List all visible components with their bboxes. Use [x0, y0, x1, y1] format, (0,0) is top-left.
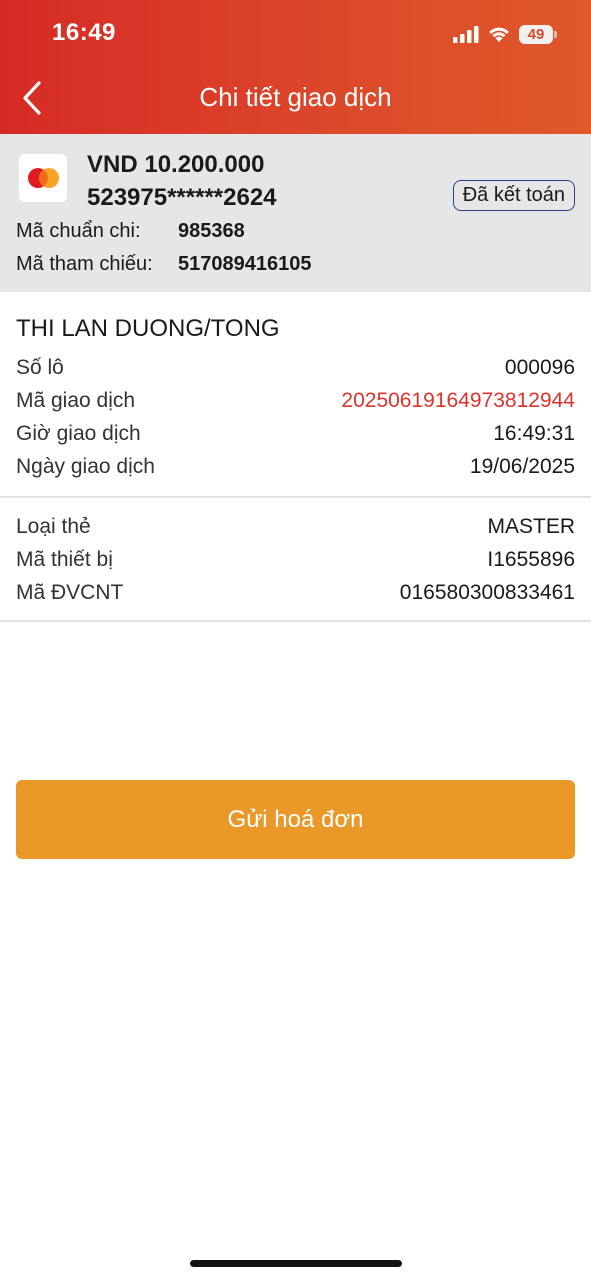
detail-label: Ngày giao dịch	[16, 455, 155, 478]
device-row: Loại thẻ MASTER	[16, 512, 575, 542]
masked-card-number: 523975******2624	[87, 184, 277, 211]
transaction-summary: VND 10.200.000 523975******2624 Đã kết t…	[0, 134, 591, 292]
detail-label: Mã giao dịch	[16, 389, 136, 412]
device-label: Loại thẻ	[16, 515, 91, 538]
section-divider	[0, 620, 591, 622]
detail-label: Số lô	[16, 356, 64, 379]
signal-icon	[453, 25, 479, 43]
detail-value: 19/06/2025	[469, 455, 575, 478]
detail-row: Giờ giao dịch 16:49:31	[16, 419, 575, 449]
device-row: Mã ĐVCNT 016580300833461	[16, 578, 575, 608]
card-logo	[19, 154, 67, 202]
status-time: 16:49	[52, 19, 116, 46]
battery-icon: 49	[519, 24, 557, 44]
section-divider	[0, 496, 591, 498]
reference-row: Mã tham chiếu: 517089416105	[16, 253, 311, 276]
detail-row: Ngày giao dịch 19/06/2025	[16, 452, 575, 482]
detail-row: Mã giao dịch 20250619164973812944	[16, 386, 575, 416]
device-label: Mã thiết bị	[16, 548, 113, 571]
customer-name: THI LAN DUONG/TONG	[16, 315, 280, 342]
mastercard-logo-icon	[28, 168, 59, 188]
device-value: 016580300833461	[399, 581, 575, 604]
auth-code-label: Mã chuẩn chi:	[16, 220, 141, 242]
reference-value: 517089416105	[178, 253, 312, 275]
status-badge: Đã kết toán	[452, 180, 575, 211]
status-icons: 49	[453, 22, 557, 46]
device-label: Mã ĐVCNT	[16, 581, 124, 604]
auth-code-value: 985368	[178, 220, 245, 242]
detail-label: Giờ giao dịch	[16, 422, 141, 445]
auth-code-row: Mã chuẩn chi: 985368	[16, 220, 245, 243]
device-value: I1655896	[487, 548, 575, 571]
detail-value: 000096	[504, 356, 575, 379]
page-title: Chi tiết giao dịch	[199, 82, 392, 112]
battery-level: 49	[527, 25, 545, 43]
detail-row: Số lô 000096	[16, 353, 575, 383]
transaction-id-value: 20250619164973812944	[341, 389, 575, 412]
app-header: 16:49 49 Chi tiết giao dịch	[0, 0, 591, 134]
device-value: MASTER	[487, 515, 575, 538]
reference-label: Mã tham chiếu:	[16, 253, 153, 275]
detail-value: 16:49:31	[493, 422, 575, 445]
device-row: Mã thiết bị I1655896	[16, 545, 575, 575]
wifi-icon	[489, 27, 509, 42]
home-indicator[interactable]	[190, 1260, 402, 1267]
transaction-amount: VND 10.200.000	[87, 151, 265, 178]
send-invoice-button[interactable]: Gửi hoá đơn	[16, 780, 575, 859]
